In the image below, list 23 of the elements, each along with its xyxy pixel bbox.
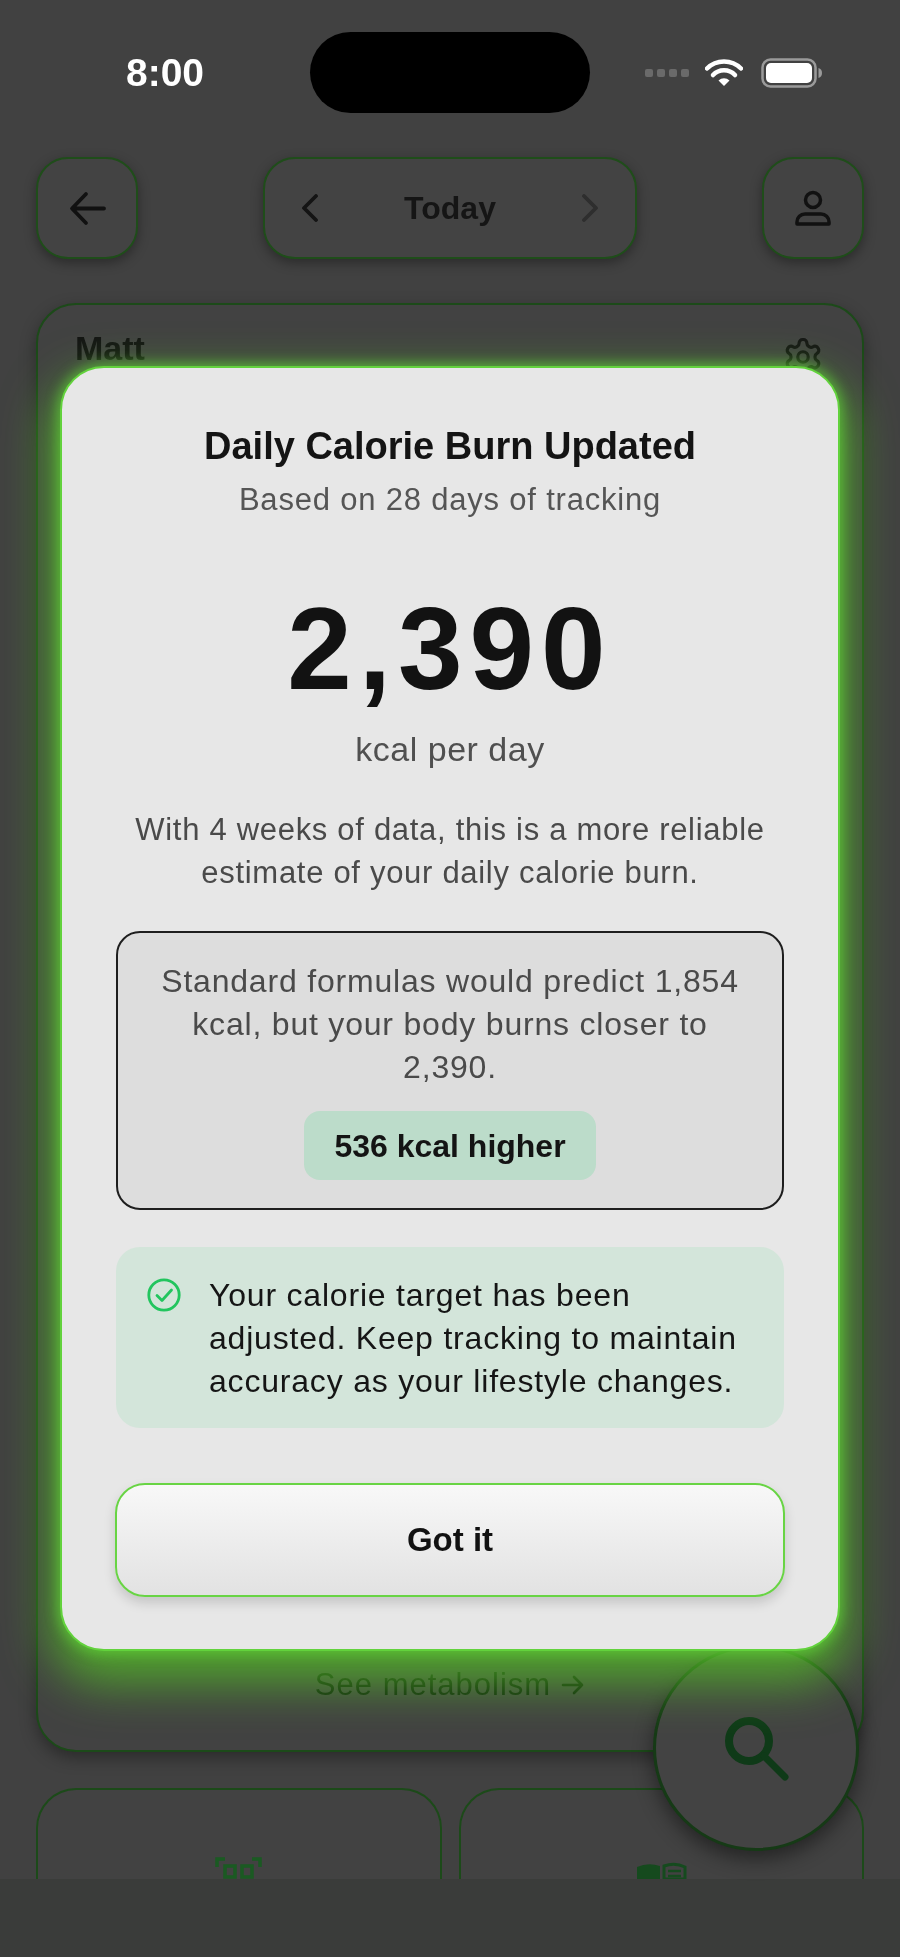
action-card[interactable] [36,1788,442,1879]
arrow-right-icon [561,1674,586,1696]
book-icon [635,1862,687,1879]
got-it-button[interactable]: Got it [115,1483,785,1597]
calorie-unit: kcal per day [355,729,545,770]
battery-icon [761,57,822,88]
scan-frame-icon [215,1857,263,1879]
notice-text: Your calorie target has been adjusted. Keep tracking to maintain accuracy as your lifestyle changes. [209,1276,738,1401]
calorie-value: 2,390 [287,591,613,707]
dialog-title: Daily Calorie Burn Updated [204,424,696,469]
comparison-text: Standard formulas would predict 1,854 kcal, but your body burns closer to 2,390. [160,962,740,1087]
dialog-description: With 4 weeks of data, this is a more reliable estimate of your daily calorie burn. [134,811,766,892]
status-time: 8:00 [125,49,205,96]
profile-button[interactable] [762,157,864,259]
dialog-subtitle: Based on 28 days of tracking [238,481,662,519]
difference-badge: 536 kcal higher [304,1111,596,1180]
back-arrow-icon [68,190,106,226]
check-circle-icon [147,1278,181,1312]
wifi-icon [705,58,743,87]
person-icon [794,189,832,227]
chevron-left-icon[interactable] [301,194,319,222]
back-button[interactable] [36,157,138,259]
signal-icon [645,68,689,77]
